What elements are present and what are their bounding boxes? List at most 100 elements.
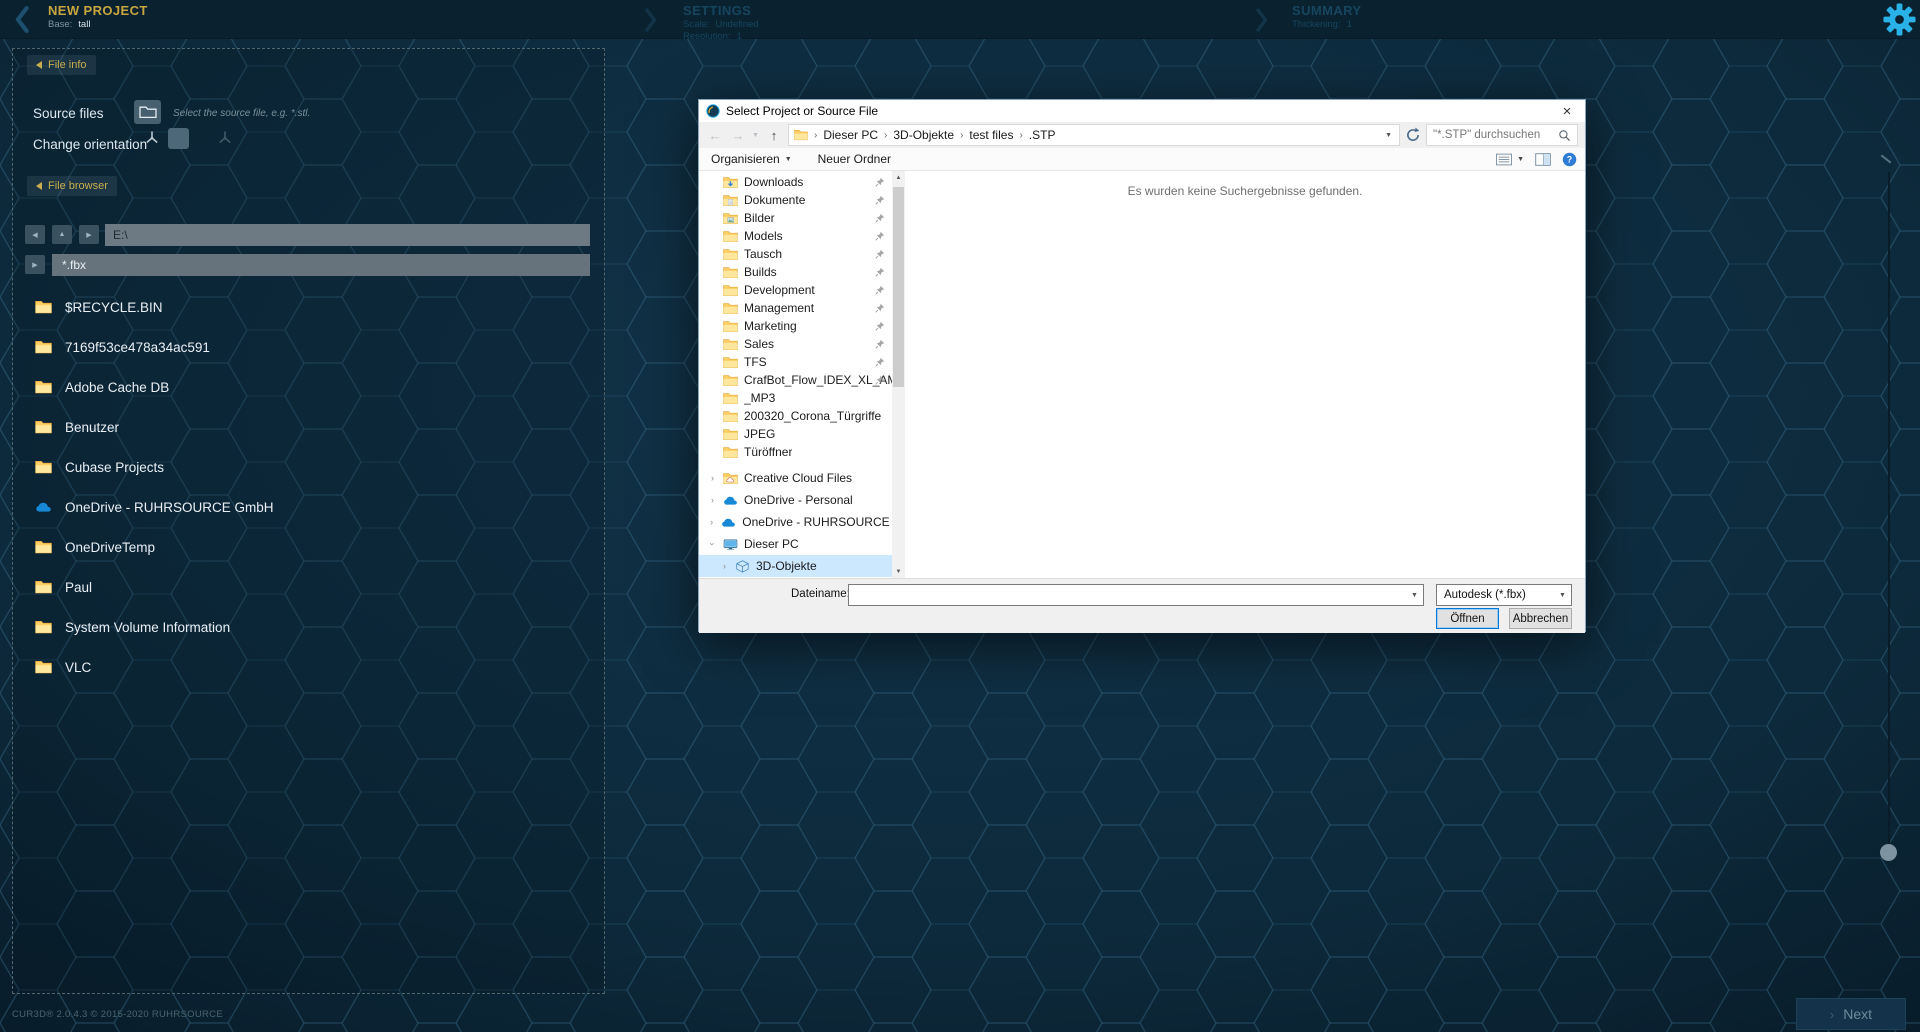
sidebar-item[interactable]: ›OneDrive - RUHRSOURCE GmbH <box>699 511 892 533</box>
filename-input[interactable] <box>849 585 1406 605</box>
folder-icon <box>723 338 738 351</box>
file-browser-section-header[interactable]: File browser <box>27 176 117 196</box>
sidebar-item[interactable]: ›Creative Cloud Files <box>699 467 892 489</box>
browse-source-button[interactable] <box>134 100 161 124</box>
wizard-step-summary[interactable]: SUMMARY Thickening:1 <box>1292 3 1361 30</box>
close-icon[interactable]: × <box>1549 100 1585 122</box>
preview-pane-icon[interactable] <box>1535 153 1551 166</box>
file-name: System Volume Information <box>65 620 230 635</box>
help-icon[interactable]: ? <box>1562 152 1577 167</box>
expander-icon[interactable]: › <box>708 540 718 549</box>
scroll-up-icon[interactable]: ▲ <box>892 171 905 184</box>
new-folder-label: Neuer Ordner <box>818 152 891 166</box>
sidebar-item[interactable]: Dokumente <box>699 191 892 209</box>
sidebar-item[interactable]: Builds <box>699 263 892 281</box>
next-button[interactable]: › Next <box>1796 998 1906 1030</box>
left-arrow-icon: ◀ <box>32 231 37 239</box>
refresh-icon[interactable] <box>1405 127 1421 143</box>
scrollbar-thumb[interactable] <box>893 187 904 387</box>
sidebar-item[interactable]: Downloads <box>699 173 892 191</box>
sidebar-item[interactable]: Development <box>699 281 892 299</box>
sidebar-item[interactable]: JPEG <box>699 425 892 443</box>
sidebar-item[interactable]: ›OneDrive - Personal <box>699 489 892 511</box>
zoom-slider-track[interactable] <box>1888 172 1890 858</box>
sidebar-item[interactable]: Sales <box>699 335 892 353</box>
file-info-section-header[interactable]: File info <box>27 55 96 75</box>
pin-icon <box>875 375 885 385</box>
browser-up-button[interactable]: ▲ <box>52 225 72 244</box>
nav-pane-scrollbar[interactable]: ▲ ▼ <box>892 171 905 578</box>
file-name: VLC <box>65 660 91 675</box>
orientation-axes-icon[interactable] <box>143 129 161 147</box>
organize-menu[interactable]: Organisieren ▼ <box>711 152 792 166</box>
filename-combo[interactable]: ▼ <box>848 584 1424 606</box>
sidebar-item[interactable]: 200320_Corona_Türgriffe <box>699 407 892 425</box>
sidebar-item[interactable]: ›Dieser PC <box>699 533 892 555</box>
filter-input[interactable]: *.fbx <box>52 254 590 276</box>
breadcrumb-segment[interactable]: test files <box>969 128 1013 142</box>
breadcrumb-segment[interactable]: .STP <box>1029 128 1056 142</box>
sidebar-item[interactable]: _MP3 <box>699 389 892 407</box>
history-dropdown-icon[interactable]: ▼ <box>752 132 760 139</box>
sidebar-item[interactable]: ›3D-Objekte <box>699 555 892 577</box>
file-browser-item[interactable]: Benutzer <box>13 407 604 447</box>
file-results-area[interactable]: Es wurden keine Suchergebnisse gefunden. <box>905 171 1585 578</box>
open-button[interactable]: Öffnen <box>1436 608 1499 629</box>
browser-forward-button[interactable]: ▶ <box>79 225 99 244</box>
filter-expand-button[interactable]: ▶ <box>25 255 45 274</box>
sidebar-item[interactable]: TFS <box>699 353 892 371</box>
breadcrumb-dropdown-icon[interactable]: ▼ <box>1385 132 1394 139</box>
expander-icon[interactable]: › <box>708 495 717 505</box>
dialog-title-bar[interactable]: Select Project or Source File × <box>699 100 1585 122</box>
file-browser-item[interactable]: System Volume Information <box>13 607 604 647</box>
path-input[interactable]: E:\ <box>105 224 590 246</box>
expander-icon[interactable]: › <box>720 561 729 571</box>
new-folder-button[interactable]: Neuer Ordner <box>818 152 891 166</box>
file-browser-item[interactable]: OneDrive - RUHRSOURCE GmbH <box>13 487 604 527</box>
nav-up-icon[interactable]: ↑ <box>765 128 783 143</box>
file-browser-item[interactable]: Cubase Projects <box>13 447 604 487</box>
chevron-down-icon[interactable]: ▼ <box>1406 585 1423 605</box>
breadcrumb-segment[interactable]: 3D-Objekte <box>893 128 954 142</box>
browser-back-button[interactable]: ◀ <box>25 225 45 244</box>
nav-back-icon[interactable]: ← <box>706 128 724 143</box>
cloud-icon <box>721 516 736 529</box>
pictures-icon <box>723 212 738 225</box>
expander-icon[interactable]: › <box>708 473 717 483</box>
gear-icon[interactable] <box>1882 2 1917 37</box>
sidebar-item[interactable]: Management <box>699 299 892 317</box>
step-detail-label: Thickening: <box>1292 19 1341 30</box>
sidebar-item[interactable]: CrafBot_Flow_IDEX_XL_AME <box>699 371 892 389</box>
nav-forward-icon[interactable]: → <box>729 128 747 143</box>
file-browser-item[interactable]: OneDriveTemp <box>13 527 604 567</box>
file-browser-item[interactable]: VLC <box>13 647 604 687</box>
file-browser-item[interactable]: $RECYCLE.BIN <box>13 287 604 327</box>
file-browser-item[interactable]: Adobe Cache DB <box>13 367 604 407</box>
folder-icon <box>35 460 52 474</box>
pin-icon <box>875 303 885 313</box>
sidebar-item[interactable]: Türöffner <box>699 443 892 461</box>
sidebar-item[interactable]: Models <box>699 227 892 245</box>
dialog-body: DownloadsDokumenteBilderModelsTauschBuil… <box>699 171 1585 578</box>
expander-icon[interactable]: › <box>708 517 715 527</box>
file-browser-item[interactable]: Paul <box>13 567 604 607</box>
file-browser-item[interactable]: 7169f53ce478a34ac591 <box>13 327 604 367</box>
wizard-step-settings[interactable]: SETTINGS Scale:Undefined Resolution:1 <box>683 3 759 42</box>
chevron-down-icon: ▼ <box>1554 592 1571 599</box>
folder-icon <box>35 540 52 554</box>
scroll-down-icon[interactable]: ▼ <box>892 565 905 578</box>
breadcrumb-segment[interactable]: Dieser PC <box>823 128 878 142</box>
back-chevron-icon[interactable] <box>14 6 30 33</box>
sidebar-item[interactable]: Tausch <box>699 245 892 263</box>
filetype-select[interactable]: Autodesk (*.fbx) ▼ <box>1436 584 1572 606</box>
wizard-step-new-project[interactable]: NEW PROJECT Base:tall <box>48 3 148 30</box>
zoom-slider-handle[interactable] <box>1880 844 1897 861</box>
sidebar-item[interactable]: Bilder <box>699 209 892 227</box>
sidebar-item[interactable]: Marketing <box>699 317 892 335</box>
orientation-button[interactable] <box>168 128 189 149</box>
search-input[interactable]: "*.STP" durchsuchen <box>1426 124 1578 146</box>
cancel-button[interactable]: Abbrechen <box>1509 608 1572 629</box>
step-title: SETTINGS <box>683 3 759 18</box>
breadcrumb[interactable]: ›Dieser PC›3D-Objekte›test files›.STP ▼ <box>788 124 1400 146</box>
change-view-button[interactable]: ▼ <box>1496 153 1524 166</box>
